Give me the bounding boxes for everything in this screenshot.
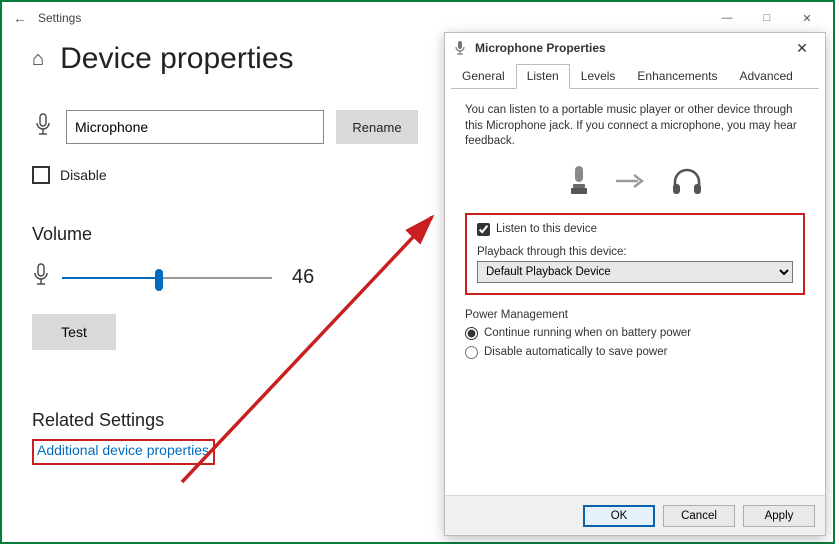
listen-to-device-label: Listen to this device xyxy=(496,223,597,235)
dialog-tabs: General Listen Levels Enhancements Advan… xyxy=(445,63,825,88)
annotation-highlight: Additional device properties xyxy=(32,439,215,465)
volume-value: 46 xyxy=(292,266,314,289)
dialog-title: Microphone Properties xyxy=(475,41,606,55)
headphones-icon xyxy=(670,166,704,199)
tab-advanced[interactable]: Advanced xyxy=(728,64,803,89)
back-button[interactable]: ← xyxy=(8,10,32,26)
disable-auto-radio[interactable] xyxy=(465,346,478,359)
continue-running-radio[interactable] xyxy=(465,327,478,340)
cancel-button[interactable]: Cancel xyxy=(663,505,735,527)
additional-device-properties-link[interactable]: Additional device properties xyxy=(37,442,209,458)
apply-button[interactable]: Apply xyxy=(743,505,815,527)
home-icon[interactable]: ⌂ xyxy=(32,48,44,71)
device-name-input[interactable] xyxy=(66,110,324,144)
microphone-icon xyxy=(451,40,469,56)
page-title: Device properties xyxy=(60,42,293,76)
minimize-button[interactable]: ― xyxy=(707,4,747,32)
close-button[interactable]: ✕ xyxy=(787,4,827,32)
continue-running-label: Continue running when on battery power xyxy=(484,327,691,339)
rename-button[interactable]: Rename xyxy=(336,110,418,144)
listen-info-text: You can listen to a portable music playe… xyxy=(465,103,805,150)
disable-checkbox[interactable] xyxy=(32,166,50,184)
ok-button[interactable]: OK xyxy=(583,505,655,527)
device-diagram xyxy=(465,164,805,201)
playback-through-label: Playback through this device: xyxy=(477,246,793,258)
microphone-icon xyxy=(32,263,50,292)
tab-levels[interactable]: Levels xyxy=(570,64,627,89)
maximize-button[interactable]: □ xyxy=(747,4,787,32)
arrow-right-icon xyxy=(614,172,648,193)
tab-listen[interactable]: Listen xyxy=(516,64,570,89)
tab-enhancements[interactable]: Enhancements xyxy=(626,64,728,89)
window-title: Settings xyxy=(38,11,81,25)
microphone-icon xyxy=(32,113,54,142)
annotation-highlight: Listen to this device Playback through t… xyxy=(465,213,805,295)
playback-device-select[interactable]: Default Playback Device xyxy=(477,261,793,283)
listen-to-device-checkbox[interactable] xyxy=(477,223,490,236)
microphone-icon xyxy=(566,164,592,201)
power-management-label: Power Management xyxy=(465,309,805,321)
test-button[interactable]: Test xyxy=(32,314,116,350)
volume-slider[interactable] xyxy=(62,268,272,288)
dialog-close-button[interactable]: ✕ xyxy=(785,40,819,57)
disable-auto-label: Disable automatically to save power xyxy=(484,346,667,358)
microphone-properties-dialog: Microphone Properties ✕ General Listen L… xyxy=(444,32,826,536)
disable-label: Disable xyxy=(60,167,107,183)
tab-general[interactable]: General xyxy=(451,64,516,89)
